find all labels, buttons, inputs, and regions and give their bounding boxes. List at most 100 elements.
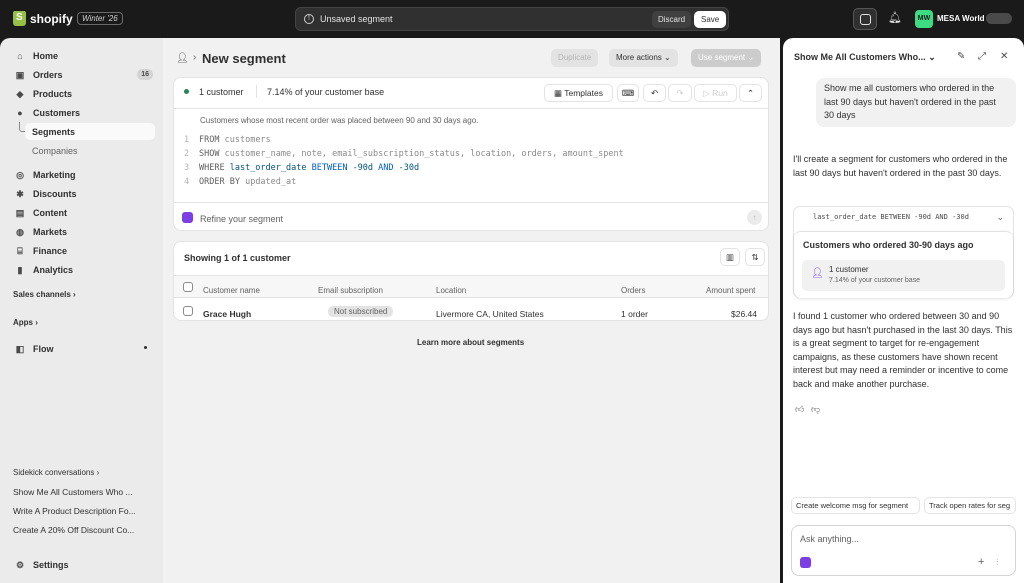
code-line[interactable]: 3 WHERE last_order_date BETWEEN -90d AND … (184, 163, 419, 173)
column-header[interactable]: Amount spent (706, 286, 755, 295)
suggestion-chip[interactable]: Create welcome msg for segment (791, 497, 920, 514)
thumbs-up-icon[interactable]: 👍︎ (795, 404, 804, 415)
templates-button[interactable]: ▦ Templates (544, 84, 613, 102)
discard-button[interactable]: Discard (652, 11, 692, 28)
duplicate-button[interactable]: Duplicate (551, 49, 599, 67)
sidekick-title[interactable]: Show Me All Customers Who... ⌄ (794, 52, 936, 63)
sidebar-item-analytics[interactable]: ▮ Analytics (8, 261, 155, 278)
apps-label: Apps (13, 318, 33, 327)
chevron-right-icon: › (96, 468, 100, 477)
sidebar-item-settings[interactable]: ⚙︎ Settings (8, 556, 155, 573)
sidebar-item-customers[interactable]: ● Customers (8, 104, 155, 121)
column-header[interactable]: Email subscription (318, 286, 383, 295)
unsaved-text: Unsaved segment (320, 14, 393, 24)
info-icon: ! (304, 14, 314, 24)
ask-input[interactable]: Ask anything... + ⫶ (791, 525, 1016, 576)
send-arrow-icon[interactable]: ↑ (747, 210, 762, 225)
bank-icon: ⌸ (17, 245, 23, 256)
new-chat-icon[interactable]: ✎ (957, 51, 965, 62)
sidebar-item-content[interactable]: ▤ Content (8, 204, 155, 221)
sidebar: ⌂ Home ▣ Orders 16 ◆ Products ● Customer… (0, 38, 163, 583)
sort-icon: ⇅ (751, 252, 759, 262)
apps-heading[interactable]: Apps › (13, 318, 38, 327)
discount-icon: ✱ (16, 188, 24, 199)
customer-name-cell[interactable]: Grace Hugh (203, 309, 251, 319)
sidebar-item-flow[interactable]: ◧ Flow (8, 340, 155, 357)
run-button[interactable]: ▷ Run (694, 84, 737, 102)
redo-button[interactable]: ↷ (668, 84, 692, 102)
bell-icon[interactable]: 🔔︎ (888, 11, 902, 24)
sidebar-item-label: Settings (33, 559, 69, 570)
sidebar-item-marketing[interactable]: ◎ Marketing (8, 166, 155, 183)
sidebar-item-label: Products (33, 88, 73, 99)
sidebar-item-label: Segments (32, 126, 76, 137)
close-icon[interactable]: ✕ (1000, 51, 1008, 62)
sales-channels-heading[interactable]: Sales channels › (13, 290, 76, 299)
sidebar-item-markets[interactable]: ◍ Markets (8, 223, 155, 240)
more-actions-button[interactable]: More actions ⌄ (609, 49, 678, 67)
sidebar-item-label: Finance (33, 245, 68, 256)
segment-result-title: Customers who ordered 30-90 days ago (803, 240, 974, 250)
sidebar-item-segments[interactable]: Segments (25, 123, 155, 140)
use-segment-label: Use segment (698, 53, 746, 62)
columns-icon: ▥ (725, 252, 735, 262)
page-title: New segment (202, 51, 286, 66)
conversation-item[interactable]: Write A Product Description Fo... (13, 506, 136, 516)
column-header[interactable]: Customer name (203, 286, 260, 295)
learn-more-link[interactable]: Learn more about segments (417, 338, 524, 347)
code-line[interactable]: 4 ORDER BY updated_at (184, 177, 296, 187)
row-checkbox[interactable] (183, 306, 193, 316)
orders-icon: ▣ (15, 69, 25, 80)
status-badge: Not subscribed (328, 306, 394, 317)
person-icon: 👤︎ (811, 268, 824, 279)
avatar[interactable]: MW (915, 10, 933, 28)
use-segment-button[interactable]: Use segment ⌄ (691, 49, 762, 67)
thumbs-down-icon[interactable]: 👎︎ (811, 404, 820, 415)
sidebar-item-discounts[interactable]: ✱ Discounts (8, 185, 155, 202)
shopify-logo[interactable]: shopify (13, 11, 73, 26)
sidekick-conversations-heading[interactable]: Sidekick conversations › (13, 468, 99, 477)
divider (174, 202, 768, 203)
columns-button[interactable]: ▥ (720, 248, 740, 266)
save-button[interactable]: Save (694, 11, 727, 28)
template-icon: ▦ (554, 88, 565, 98)
sidebar-item-home[interactable]: ⌂ Home (8, 47, 155, 64)
store-name[interactable]: MESA World (937, 14, 985, 23)
keyboard-button[interactable]: ⌨︎ (617, 84, 639, 102)
expand-icon[interactable]: ⤢ (978, 51, 986, 62)
collapse-button[interactable]: ⌃ (739, 84, 762, 102)
code-operator: AND (378, 163, 394, 173)
sidebar-item-label: Marketing (33, 169, 76, 180)
microphone-icon[interactable]: ⫶ (996, 557, 998, 568)
column-header[interactable]: Location (436, 286, 466, 295)
chevron-down-icon[interactable]: ⌄ (996, 212, 1004, 223)
sidebar-item-products[interactable]: ◆ Products (8, 85, 155, 102)
code-value: -90d (352, 163, 374, 173)
divider (174, 108, 768, 109)
segment-editor-card: 1 customer 7.14% of your customer base ▦… (173, 77, 769, 231)
conversation-item[interactable]: Show Me All Customers Who ... (13, 487, 133, 497)
sidekick-icon (860, 14, 871, 25)
sidebar-item-orders[interactable]: ▣ Orders 16 (8, 66, 155, 83)
undo-button[interactable]: ↶ (643, 84, 666, 102)
code-line[interactable]: 1 FROM customers (184, 135, 271, 145)
plus-icon[interactable]: + (978, 556, 984, 568)
sort-button[interactable]: ⇅ (745, 248, 765, 266)
suggestion-chip[interactable]: Track open rates for seg (924, 497, 1016, 514)
sidekick-toggle-button[interactable] (853, 8, 877, 30)
line-number: 4 (184, 177, 190, 187)
sidebar-item-finance[interactable]: ⌸ Finance (8, 242, 155, 259)
select-all-checkbox[interactable] (183, 282, 193, 292)
segment-stat-percent: 7.14% of your customer base (829, 277, 921, 284)
column-header[interactable]: Orders (621, 286, 645, 295)
redo-icon: ↷ (676, 88, 684, 98)
person-icon: ● (17, 107, 23, 118)
dev-badge (986, 13, 1012, 24)
conversation-item[interactable]: Create A 20% Off Discount Co... (13, 525, 134, 535)
chevron-right-icon: › (35, 318, 38, 327)
sidebar-item-label: Content (33, 207, 67, 218)
refine-segment-input[interactable]: Refine your segment (200, 214, 283, 224)
segment-preview-card[interactable]: last_order_date BETWEEN -90d AND -30d ⌄ … (793, 206, 1014, 298)
sidebar-item-companies[interactable]: Companies (25, 142, 155, 159)
code-line[interactable]: 2 SHOW customer_name, note, email_subscri… (184, 149, 624, 159)
